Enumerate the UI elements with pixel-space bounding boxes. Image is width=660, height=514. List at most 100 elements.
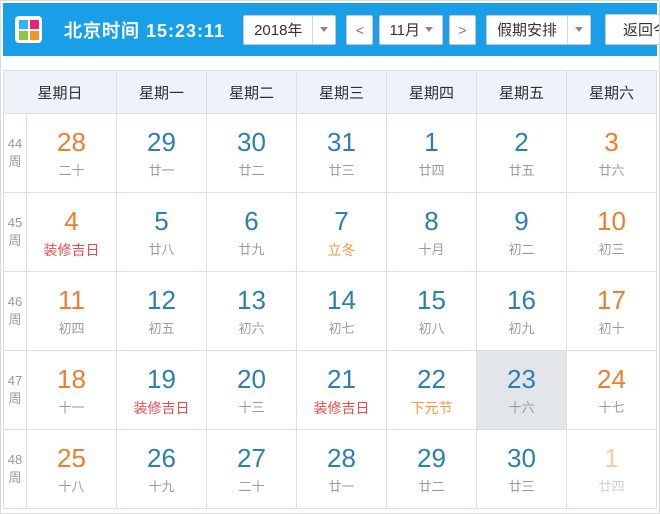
- day-cell[interactable]: 9初二: [477, 193, 567, 272]
- day-cell[interactable]: 24 十七: [567, 351, 657, 430]
- day-number: 30: [207, 127, 296, 157]
- day-number: 21: [297, 364, 386, 394]
- week-row: 44周28二十29廿一30廿二31廿三1廿四2廿五3廿六: [4, 114, 657, 193]
- day-lunar-label: 装修吉日: [27, 241, 116, 259]
- logo-square-orange: [30, 31, 39, 40]
- day-cell[interactable]: 3廿六: [567, 114, 657, 193]
- day-cell[interactable]: 10 初三: [567, 193, 657, 272]
- week-number: 48: [4, 451, 26, 469]
- day-lunar-label: 十七: [567, 399, 656, 417]
- day-cell[interactable]: 30 廿三: [477, 430, 567, 509]
- topbar: 北京时间 15:23:11 2018年 < 11月 > 假期安排 返回今天: [3, 3, 657, 56]
- day-number: 1: [387, 127, 476, 157]
- day-cell[interactable]: 4 装修吉日: [27, 193, 117, 272]
- day-cell[interactable]: 11初四: [27, 272, 117, 351]
- year-dropdown-arrow-icon[interactable]: [312, 16, 335, 44]
- day-lunar-label: 廿二: [207, 162, 296, 180]
- day-cell[interactable]: 1廿四: [387, 114, 477, 193]
- day-cell[interactable]: 2廿五: [477, 114, 567, 193]
- day-cell[interactable]: 29廿一: [117, 114, 207, 193]
- day-number: 29: [387, 443, 476, 473]
- day-cell[interactable]: 31廿三: [297, 114, 387, 193]
- day-cell[interactable]: 13初六: [207, 272, 297, 351]
- day-cell[interactable]: 19装修吉日: [117, 351, 207, 430]
- day-cell[interactable]: 29廿二: [387, 430, 477, 509]
- month-select-value: 11月: [389, 19, 420, 40]
- week-suffix: 周: [4, 390, 26, 408]
- holiday-dropdown-arrow-icon[interactable]: [567, 16, 590, 44]
- day-cell[interactable]: 27二十: [207, 430, 297, 509]
- day-cell[interactable]: 6廿九: [207, 193, 297, 272]
- day-cell[interactable]: 1廿四: [567, 430, 657, 509]
- day-cell[interactable]: 16初九: [477, 272, 567, 351]
- day-lunar-label: 初三: [567, 241, 656, 259]
- day-lunar-label: 初六: [207, 320, 296, 338]
- next-month-button[interactable]: >: [449, 15, 476, 45]
- year-select-value: 2018年: [244, 19, 312, 40]
- day-cell[interactable]: 17初十: [567, 272, 657, 351]
- day-cell[interactable]: 28二十: [27, 114, 117, 193]
- day-lunar-label: 十六: [477, 399, 566, 417]
- day-cell[interactable]: 28廿一: [297, 430, 387, 509]
- logo-square-green: [19, 31, 28, 40]
- month-dropdown-arrow-icon: [425, 27, 433, 32]
- month-select[interactable]: 11月: [379, 15, 443, 45]
- holiday-select[interactable]: 假期安排: [486, 15, 591, 45]
- week-number-cell: 47周: [4, 351, 27, 430]
- day-number: 30: [477, 443, 566, 473]
- day-cell[interactable]: 8十月: [387, 193, 477, 272]
- week-number: 45: [4, 214, 26, 232]
- week-number-cell: 44周: [4, 114, 27, 193]
- week-suffix: 周: [4, 469, 26, 487]
- day-cell[interactable]: 25十八: [27, 430, 117, 509]
- day-cell[interactable]: 22下元节: [387, 351, 477, 430]
- day-number: 24: [567, 364, 656, 394]
- day-lunar-label: 廿三: [477, 478, 566, 496]
- day-cell[interactable]: 30 廿二: [207, 114, 297, 193]
- day-cell[interactable]: 18十一: [27, 351, 117, 430]
- day-number: 15: [387, 285, 476, 315]
- day-cell[interactable]: 5廿八: [117, 193, 207, 272]
- day-lunar-label: 二十: [27, 162, 116, 180]
- weekday-header: 星期六: [567, 71, 657, 114]
- day-number: 11: [27, 285, 116, 315]
- day-number: 23: [477, 364, 566, 394]
- day-number: 28: [297, 443, 386, 473]
- week-row: 46周11初四12初五13初六14初七15初八16初九17初十: [4, 272, 657, 351]
- week-number-cell: 46周: [4, 272, 27, 351]
- day-number: 19: [117, 364, 206, 394]
- week-suffix: 周: [4, 311, 26, 329]
- day-number: 10: [567, 206, 656, 236]
- day-number: 4: [27, 206, 116, 236]
- day-number: 5: [117, 206, 206, 236]
- day-lunar-label: 廿三: [297, 162, 386, 180]
- day-number: 1: [567, 443, 656, 473]
- weekday-header: 星期四: [387, 71, 477, 114]
- back-to-today-button[interactable]: 返回今天: [605, 14, 660, 45]
- day-lunar-label: 十三: [207, 399, 296, 417]
- day-number: 3: [567, 127, 656, 157]
- day-cell[interactable]: 7立冬: [297, 193, 387, 272]
- day-cell[interactable]: 12初五: [117, 272, 207, 351]
- day-lunar-label: 初二: [477, 241, 566, 259]
- holiday-select-value: 假期安排: [487, 19, 567, 40]
- week-suffix: 周: [4, 153, 26, 171]
- year-select[interactable]: 2018年: [243, 15, 336, 45]
- weekday-header-row: 星期日星期一星期二星期三星期四星期五星期六: [4, 71, 657, 114]
- day-lunar-label: 十月: [387, 241, 476, 259]
- day-lunar-label: 廿一: [117, 162, 206, 180]
- prev-month-button[interactable]: <: [346, 15, 373, 45]
- calendar-table: 星期日星期一星期二星期三星期四星期五星期六 44周28二十29廿一30廿二31廿…: [3, 70, 657, 509]
- day-cell-today[interactable]: 23 十六: [477, 351, 567, 430]
- day-cell[interactable]: 15初八: [387, 272, 477, 351]
- day-cell[interactable]: 20十三: [207, 351, 297, 430]
- day-lunar-label: 初十: [567, 320, 656, 338]
- calendar-widget: 北京时间 15:23:11 2018年 < 11月 > 假期安排 返回今天 星期…: [0, 0, 660, 514]
- day-lunar-label: 二十: [207, 478, 296, 496]
- day-cell[interactable]: 26十九: [117, 430, 207, 509]
- week-row: 47周18十一19装修吉日20十三21装修吉日22下元节23 十六24 十七: [4, 351, 657, 430]
- weekday-header: 星期一: [117, 71, 207, 114]
- day-cell[interactable]: 21装修吉日: [297, 351, 387, 430]
- day-cell[interactable]: 14初七: [297, 272, 387, 351]
- day-number: 12: [117, 285, 206, 315]
